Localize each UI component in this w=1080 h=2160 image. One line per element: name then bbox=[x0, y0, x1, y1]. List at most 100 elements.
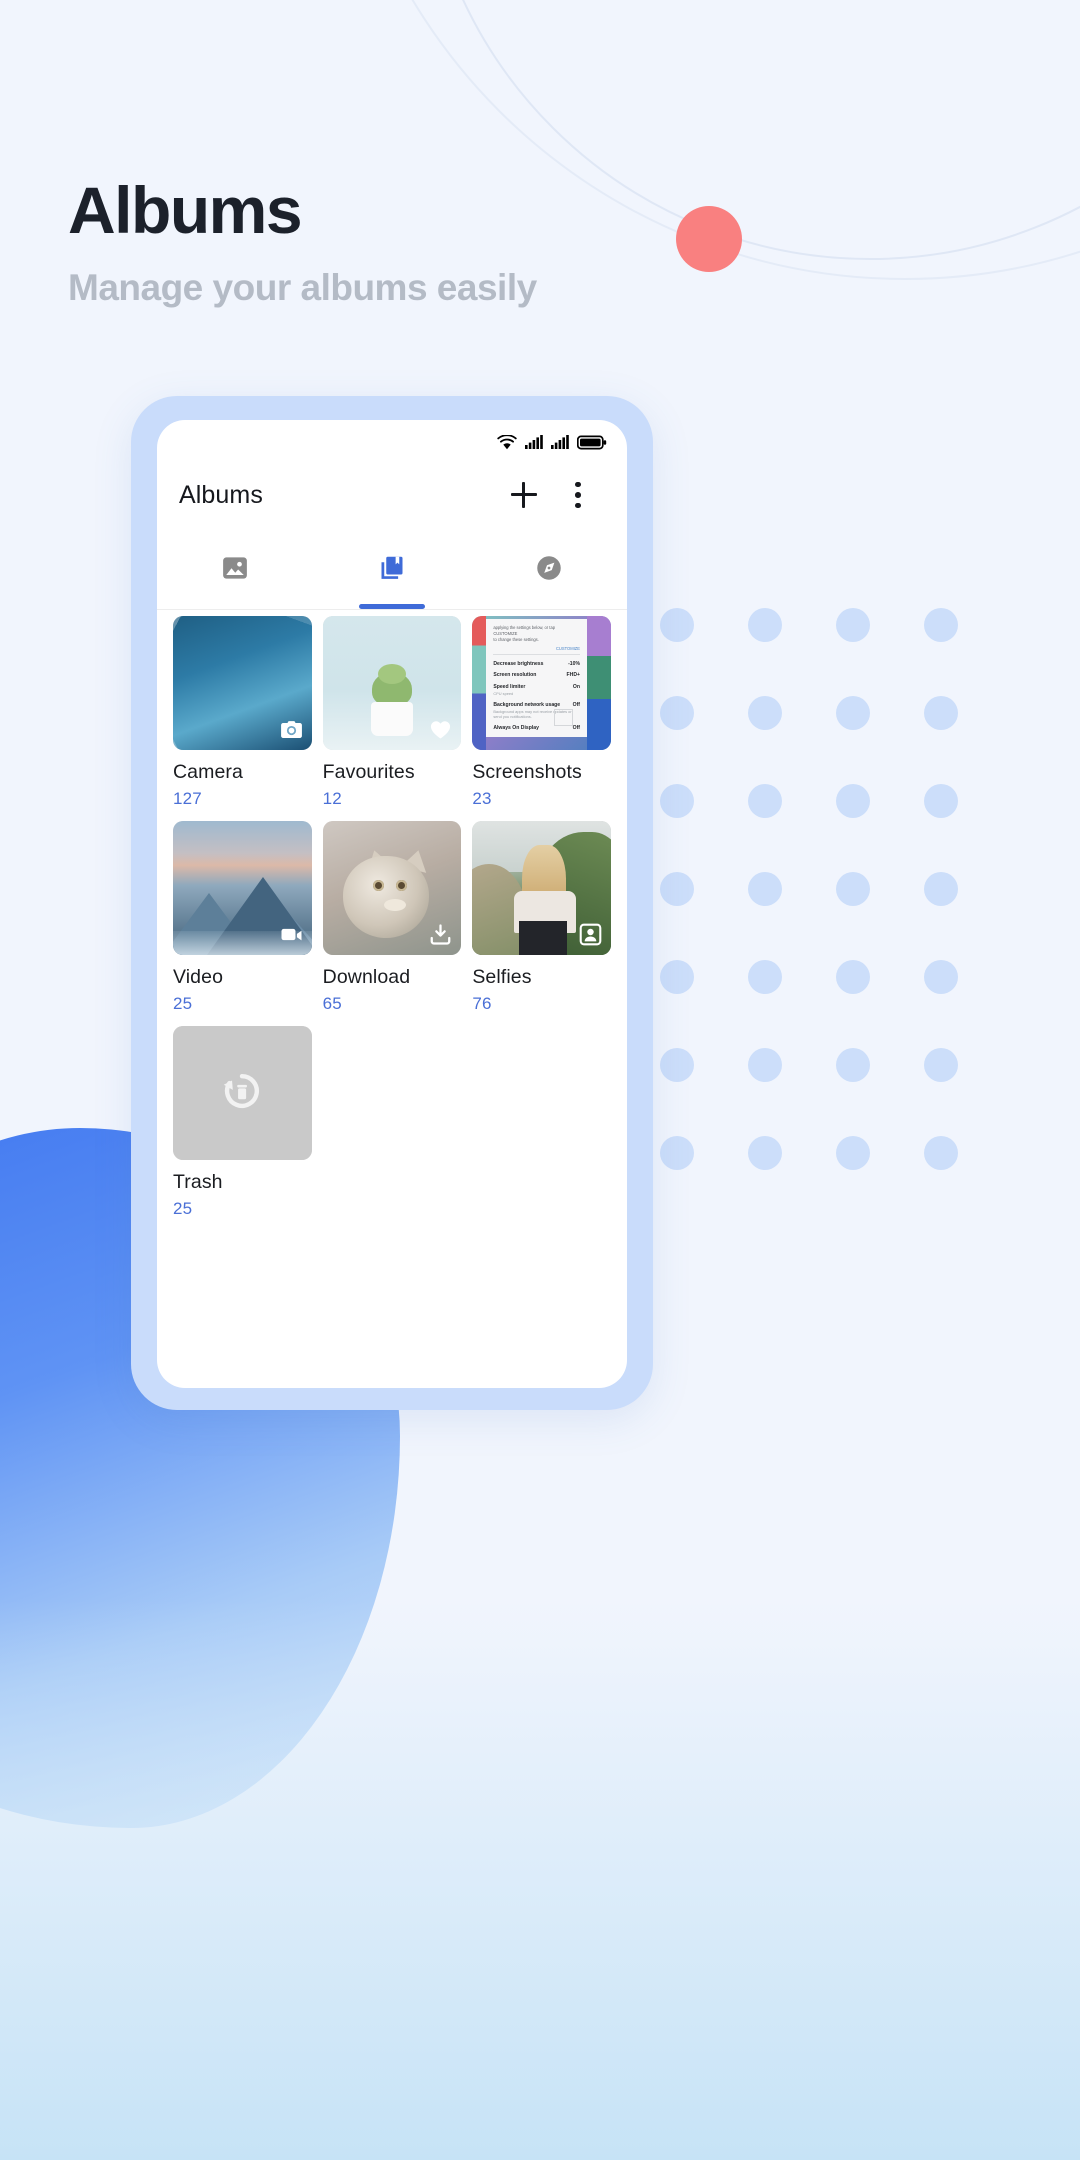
screenshot-setting-row: Screen resolution FHD+ bbox=[493, 672, 580, 678]
decorative-dot bbox=[836, 1136, 870, 1170]
album-card[interactable]: Download 65 bbox=[322, 821, 462, 1014]
decorative-dot bbox=[924, 960, 958, 994]
album-thumbnail[interactable]: applying the settings below, or tap CUST… bbox=[472, 616, 611, 750]
screenshot-settings-sheet: applying the settings below, or tap CUST… bbox=[486, 619, 587, 737]
video-icon bbox=[279, 922, 304, 947]
overflow-menu-button[interactable] bbox=[551, 481, 605, 509]
signal-sim2-icon bbox=[551, 434, 569, 450]
phone-screen: Albums Camera 127 Favourites 12 applying… bbox=[157, 420, 627, 1388]
tab-albums[interactable] bbox=[314, 532, 471, 609]
setting-value: On bbox=[572, 683, 580, 690]
album-card[interactable]: Favourites 12 bbox=[322, 616, 462, 809]
album-thumbnail[interactable] bbox=[173, 821, 312, 955]
decorative-dot bbox=[660, 784, 694, 818]
album-name: Screenshots bbox=[472, 761, 582, 783]
screenshot-setting-row: Decrease brightness -10% bbox=[493, 661, 580, 667]
album-card[interactable]: applying the settings below, or tap CUST… bbox=[472, 616, 611, 809]
album-thumbnail[interactable] bbox=[322, 821, 462, 955]
setting-label: Always On Display bbox=[493, 725, 539, 732]
heart-icon bbox=[428, 717, 453, 742]
decorative-dot bbox=[660, 608, 694, 642]
album-card[interactable]: Trash 25 bbox=[173, 1026, 312, 1219]
album-card[interactable]: Selfies 76 bbox=[472, 821, 611, 1014]
decorative-dot bbox=[748, 1136, 782, 1170]
setting-label: Speed limiter bbox=[493, 683, 526, 690]
tab-bar bbox=[157, 532, 627, 610]
page-subtitle: Manage your albums easily bbox=[68, 267, 537, 309]
album-count: 25 bbox=[173, 994, 193, 1013]
decorative-dot bbox=[924, 608, 958, 642]
tab-explore[interactable] bbox=[470, 532, 627, 609]
customize-link: CUSTOMIZE bbox=[555, 646, 580, 652]
battery-icon bbox=[577, 435, 607, 450]
setting-label: Screen resolution bbox=[493, 672, 537, 679]
setting-label: Background network usage bbox=[493, 701, 561, 708]
album-thumbnail[interactable] bbox=[173, 616, 312, 750]
screenshot-ghost-box bbox=[554, 709, 573, 726]
camera-icon bbox=[279, 717, 304, 742]
download-icon bbox=[428, 922, 453, 947]
wifi-icon bbox=[497, 434, 517, 450]
decorative-dot bbox=[924, 872, 958, 906]
status-bar bbox=[157, 420, 627, 458]
setting-value: Off bbox=[572, 701, 580, 708]
decorative-dot bbox=[660, 960, 694, 994]
decorative-dot bbox=[836, 696, 870, 730]
albums-scroll-area[interactable]: Camera 127 Favourites 12 applying the settin… bbox=[157, 610, 627, 1388]
album-count: 23 bbox=[472, 789, 492, 808]
add-album-button[interactable] bbox=[497, 482, 551, 508]
tab-photos[interactable] bbox=[157, 532, 314, 609]
plus-icon bbox=[511, 482, 537, 508]
signal-sim1-icon bbox=[525, 434, 543, 450]
setting-value: FHD+ bbox=[566, 672, 580, 679]
setting-label: Decrease brightness bbox=[493, 660, 544, 667]
decorative-dot bbox=[924, 1136, 958, 1170]
portrait-icon bbox=[578, 922, 603, 947]
page-title: Albums bbox=[68, 173, 303, 247]
album-count: 12 bbox=[322, 789, 342, 808]
decorative-dot bbox=[836, 1048, 870, 1082]
screenshot-setting-row: Speed limiter CPU speed On bbox=[493, 684, 580, 697]
album-card[interactable]: Video 25 bbox=[173, 821, 312, 1014]
decorative-dot bbox=[836, 784, 870, 818]
albums-grid: Camera 127 Favourites 12 applying the settin… bbox=[173, 616, 611, 1219]
tab-active-indicator bbox=[359, 604, 425, 609]
decorative-dot bbox=[836, 872, 870, 906]
album-thumbnail[interactable] bbox=[472, 821, 611, 955]
decorative-dot bbox=[836, 960, 870, 994]
setting-value: Off bbox=[572, 725, 580, 732]
decorative-dot bbox=[748, 608, 782, 642]
image-icon bbox=[220, 553, 250, 588]
album-thumbnail-artwork bbox=[173, 1026, 312, 1160]
album-name: Download bbox=[322, 966, 411, 988]
album-name: Video bbox=[173, 966, 224, 988]
app-bar: Albums bbox=[157, 458, 627, 532]
decorative-dot bbox=[748, 960, 782, 994]
promo-headline: Albums Manage your albums easily bbox=[68, 173, 788, 309]
album-name: Selfies bbox=[472, 966, 532, 988]
screenshot-header-text: applying the settings below, or tap CUST… bbox=[493, 625, 556, 643]
album-thumbnail[interactable] bbox=[322, 616, 462, 750]
compass-icon bbox=[534, 553, 564, 588]
decorative-dot bbox=[836, 608, 870, 642]
bottom-gradient-fade bbox=[0, 1600, 1080, 2160]
setting-sublabel: CPU speed bbox=[493, 690, 514, 696]
phone-mockup-frame: Albums Camera 127 Favourites 12 applying… bbox=[131, 396, 653, 1410]
album-count: 65 bbox=[322, 994, 342, 1013]
decorative-dot bbox=[660, 696, 694, 730]
album-count: 127 bbox=[173, 789, 202, 808]
album-thumbnail[interactable] bbox=[173, 1026, 312, 1160]
decorative-dot bbox=[924, 784, 958, 818]
album-name: Trash bbox=[173, 1171, 223, 1193]
album-name: Camera bbox=[173, 761, 243, 783]
decorative-dot bbox=[660, 1048, 694, 1082]
decorative-dot bbox=[924, 696, 958, 730]
decorative-dot bbox=[748, 1048, 782, 1082]
album-card[interactable]: Camera 127 bbox=[173, 616, 312, 809]
trash-restore-icon bbox=[219, 1068, 265, 1119]
kebab-menu-icon bbox=[575, 481, 581, 509]
decorative-dot bbox=[660, 1136, 694, 1170]
album-thumbnail-artwork: applying the settings below, or tap CUST… bbox=[472, 616, 611, 750]
setting-value: -10% bbox=[568, 660, 580, 667]
app-bar-title: Albums bbox=[179, 480, 263, 509]
